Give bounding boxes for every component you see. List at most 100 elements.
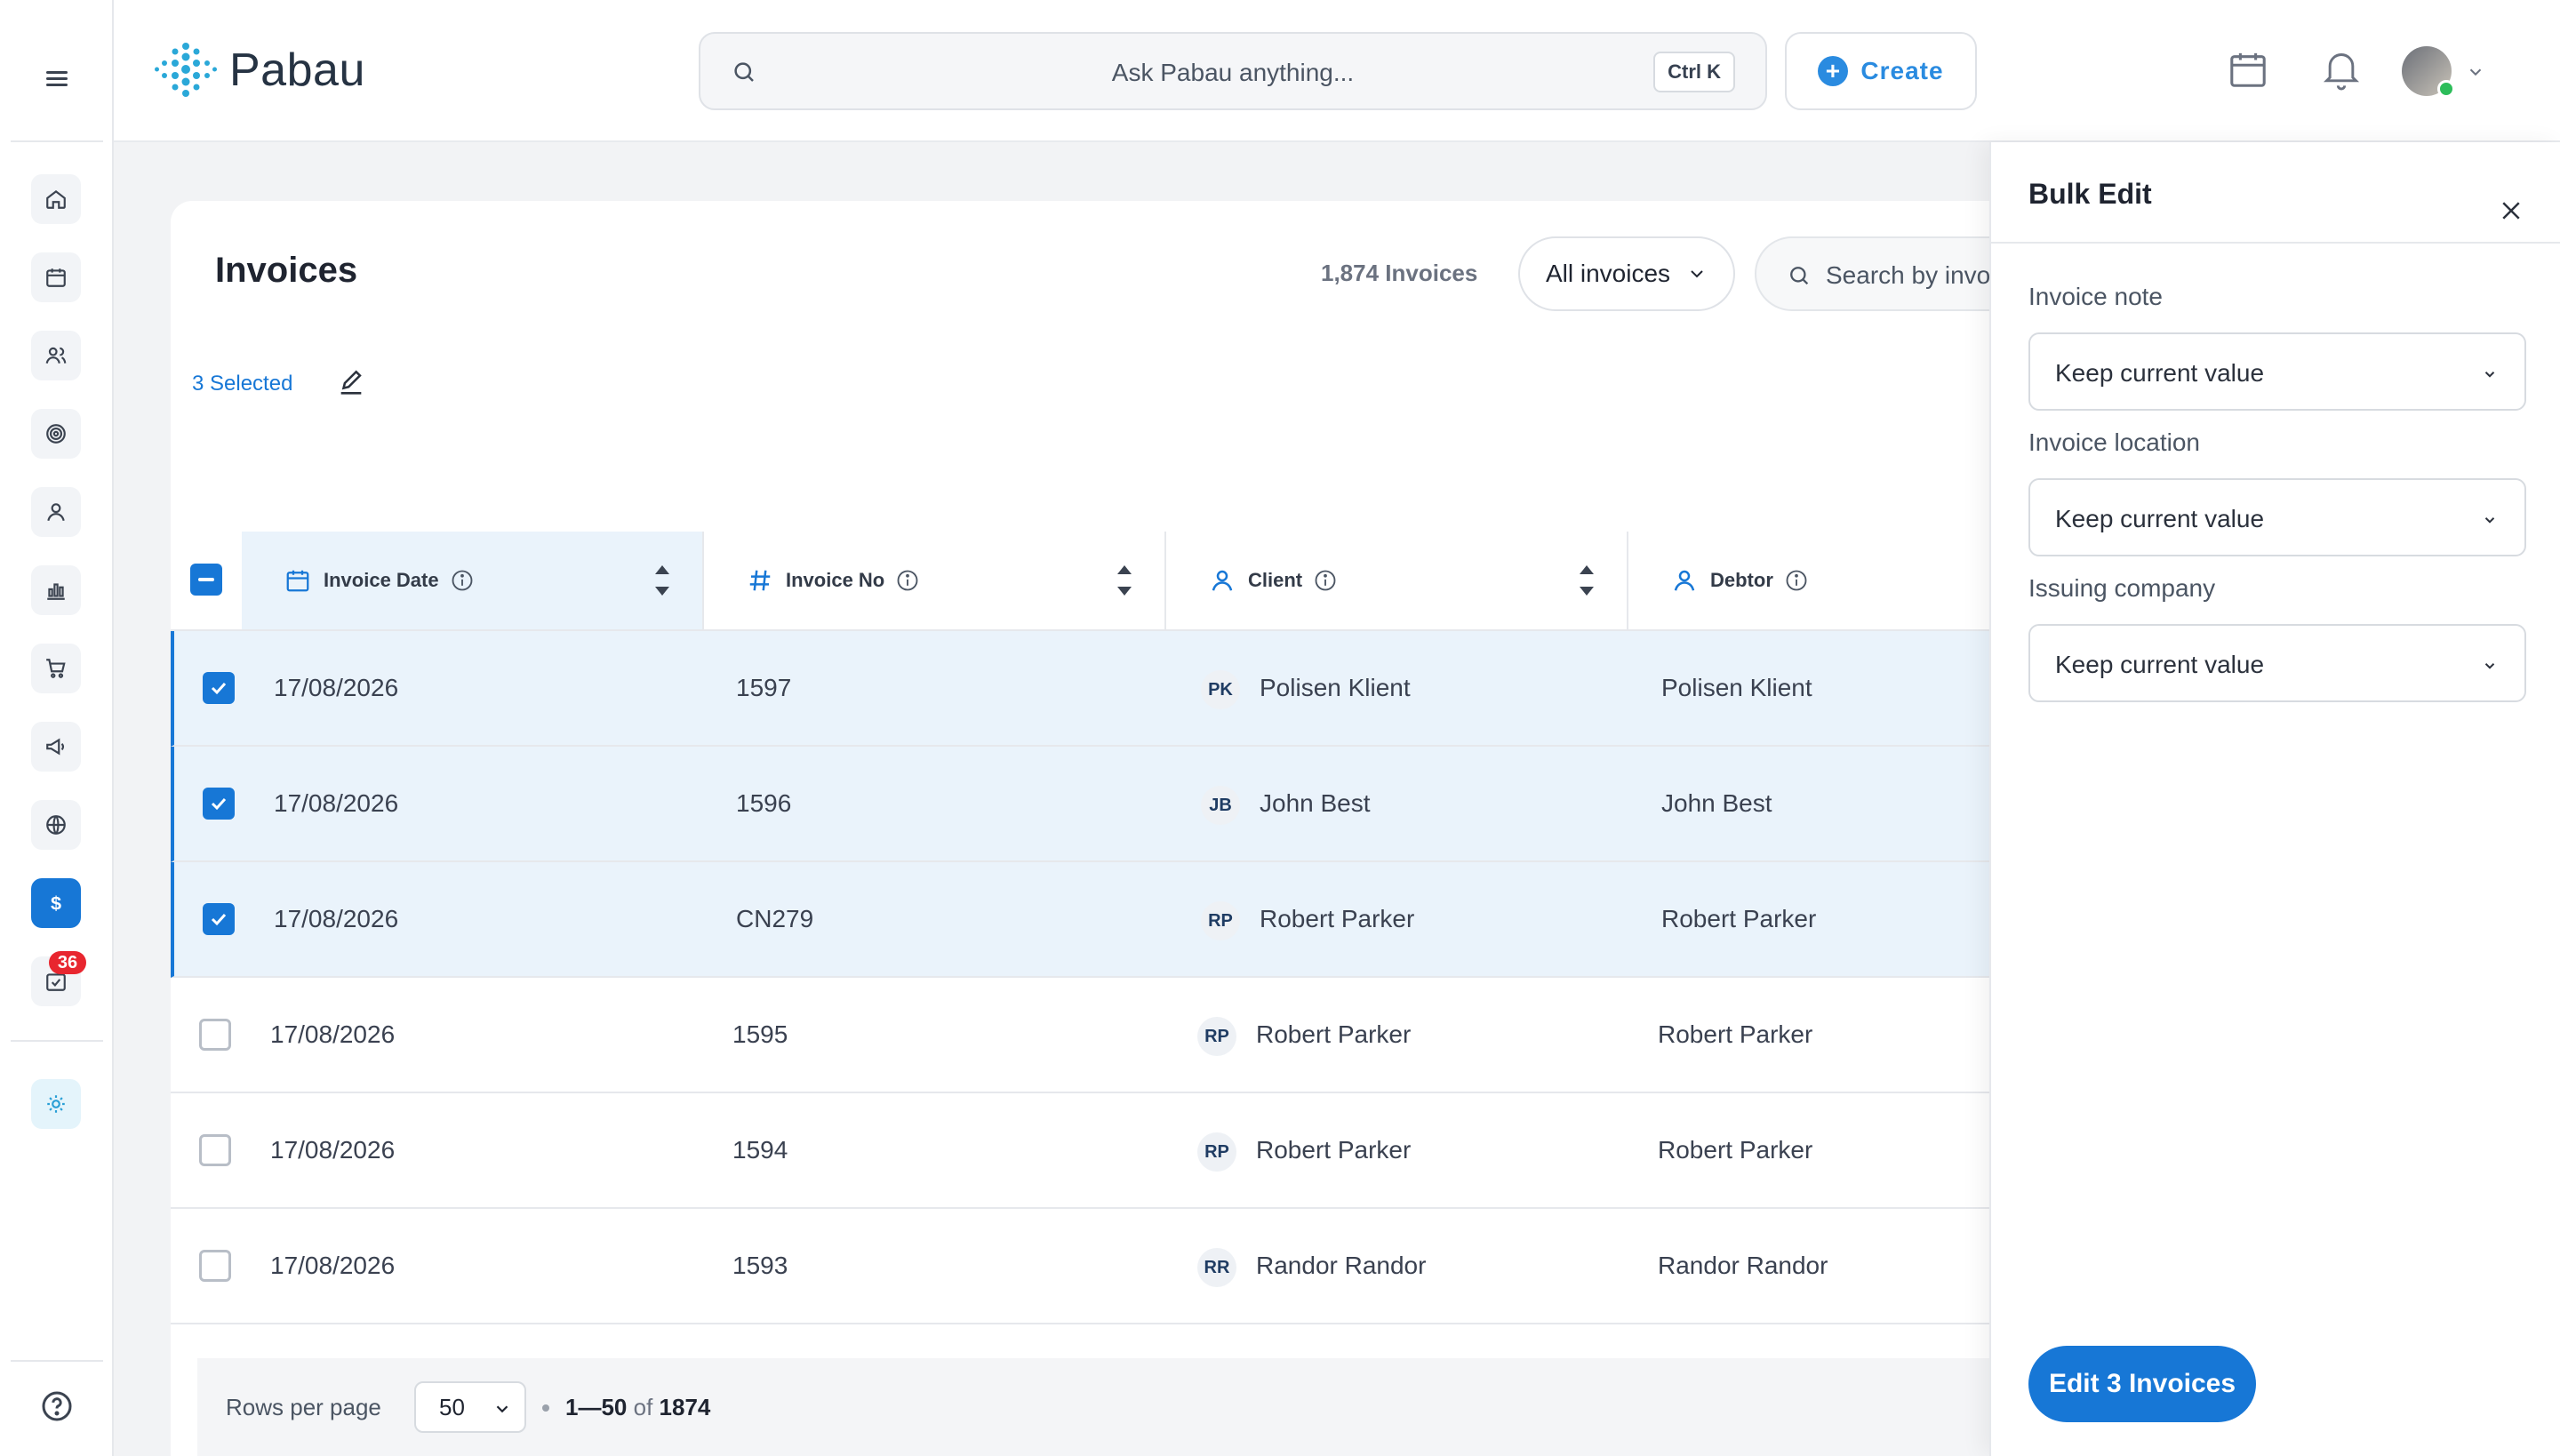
- edit-invoices-button[interactable]: Edit 3 Invoices: [2028, 1346, 2256, 1422]
- sidebar-item-settings[interactable]: [31, 1079, 81, 1129]
- rail-divider: [11, 1360, 103, 1362]
- info-icon[interactable]: [1313, 568, 1338, 593]
- check-icon: [211, 797, 227, 811]
- global-search-input[interactable]: Ask Pabau anything... Ctrl K: [699, 32, 1767, 110]
- invoice-date: 17/08/2026: [274, 905, 399, 932]
- issuing-company-value: Keep current value: [2055, 651, 2265, 678]
- sidebar-item-home[interactable]: [31, 174, 81, 224]
- client-name[interactable]: Polisen Klient: [1260, 674, 1411, 702]
- info-icon[interactable]: [895, 568, 920, 593]
- row-checkbox[interactable]: [199, 1250, 231, 1282]
- debtor-name: Randor Randor: [1658, 1252, 1828, 1279]
- pencil-icon[interactable]: [336, 368, 366, 398]
- calendar-icon: [46, 268, 66, 287]
- column-invoice-date[interactable]: Invoice Date: [242, 532, 704, 629]
- row-checkbox[interactable]: [203, 672, 235, 704]
- invoice-location-select[interactable]: Keep current value: [2028, 478, 2526, 556]
- sidebar-item-clients[interactable]: [31, 331, 81, 380]
- invoice-search-placeholder: Search by invoi: [1826, 261, 1996, 289]
- logo[interactable]: Pabau: [155, 41, 365, 100]
- check-icon: [211, 682, 227, 695]
- chevron-down-icon: [2484, 517, 2495, 524]
- client-name[interactable]: John Best: [1260, 789, 1371, 818]
- debtor-name: John Best: [1661, 789, 1772, 817]
- rows-per-page-select[interactable]: 50: [414, 1381, 526, 1433]
- client-initials: PK: [1201, 670, 1240, 709]
- bulk-edit-panel: Bulk Edit Invoice note Keep current valu…: [1989, 142, 2560, 1456]
- sidebar-item-staff[interactable]: [31, 487, 81, 537]
- sidebar-item-store[interactable]: [31, 644, 81, 693]
- rows-per-page-value: 50: [439, 1393, 465, 1420]
- client-initials: RP: [1197, 1132, 1236, 1172]
- table-row[interactable]: 17/08/2026 1593 RR Randor Randor Randor …: [171, 1209, 2304, 1324]
- sidebar-item-marketing[interactable]: [31, 722, 81, 772]
- invoice-number: 1594: [732, 1136, 788, 1164]
- sort-icon[interactable]: [1577, 564, 1596, 597]
- client-name[interactable]: Randor Randor: [1256, 1252, 1426, 1280]
- row-checkbox[interactable]: [199, 1134, 231, 1166]
- megaphone-icon: [46, 738, 64, 756]
- create-button[interactable]: + Create: [1785, 32, 1977, 110]
- debtor-name: Robert Parker: [1661, 905, 1817, 932]
- user-icon: [1212, 570, 1233, 591]
- client-name[interactable]: Robert Parker: [1256, 1136, 1411, 1164]
- calendar-icon: [286, 570, 309, 592]
- client-name[interactable]: Robert Parker: [1260, 905, 1414, 933]
- issuing-company-select[interactable]: Keep current value: [2028, 624, 2526, 702]
- pagination-total: 1874: [659, 1394, 711, 1420]
- sidebar-item-leads[interactable]: [31, 409, 81, 459]
- invoice-note-select[interactable]: Keep current value: [2028, 332, 2526, 411]
- client-initials: JB: [1201, 786, 1240, 825]
- rail-divider: [11, 140, 103, 142]
- invoice-count: 1,874 Invoices: [1321, 260, 1478, 286]
- sort-icon[interactable]: [1115, 564, 1134, 597]
- page-title: Invoices: [215, 251, 358, 290]
- svg-text:$: $: [51, 892, 61, 915]
- info-icon[interactable]: [450, 568, 475, 593]
- help-icon[interactable]: [39, 1388, 75, 1424]
- select-all-checkbox[interactable]: [190, 564, 222, 596]
- calendar-icon[interactable]: [2228, 50, 2268, 91]
- chevron-down-icon: [496, 1405, 508, 1413]
- sidebar-item-reports[interactable]: [31, 565, 81, 615]
- invoice-note-label: Invoice note: [2028, 283, 2163, 310]
- menu-icon[interactable]: [43, 68, 71, 89]
- user-avatar[interactable]: [2402, 46, 2455, 98]
- rows-per-page-label: Rows per page: [226, 1394, 381, 1420]
- sidebar-item-online[interactable]: [31, 800, 81, 850]
- sort-icon[interactable]: [652, 564, 672, 597]
- panel-title: Bulk Edit: [2028, 178, 2152, 210]
- sidebar-item-finance[interactable]: $: [31, 878, 81, 928]
- column-invoice-no[interactable]: Invoice No: [704, 532, 1166, 629]
- table-row[interactable]: 17/08/2026 1597 PK Polisen Klient Polise…: [171, 631, 2304, 747]
- invoice-date: 17/08/2026: [270, 1252, 396, 1279]
- chevron-down-icon[interactable]: [2466, 62, 2485, 82]
- row-checkbox[interactable]: [203, 788, 235, 820]
- table-row[interactable]: 17/08/2026 1594 RP Robert Parker Robert …: [171, 1093, 2304, 1209]
- online-status-dot: [2437, 80, 2455, 98]
- invoice-location-label: Invoice location: [2028, 428, 2201, 456]
- invoice-number: 1597: [736, 674, 792, 701]
- bell-icon[interactable]: [2322, 48, 2361, 91]
- reports-icon: [47, 583, 65, 600]
- invoice-filter-label: All invoices: [1545, 260, 1671, 287]
- invoice-number: 1593: [732, 1252, 788, 1279]
- close-icon[interactable]: [2498, 197, 2524, 224]
- client-name[interactable]: Robert Parker: [1256, 1020, 1411, 1049]
- debtor-name: Polisen Klient: [1661, 674, 1812, 701]
- table-row[interactable]: 17/08/2026 1595 RP Robert Parker Robert …: [171, 978, 2304, 1093]
- sidebar-item-calendar[interactable]: [31, 252, 81, 302]
- row-checkbox[interactable]: [199, 1019, 231, 1051]
- column-client[interactable]: Client: [1166, 532, 1628, 629]
- invoice-filter-dropdown[interactable]: All invoices: [1518, 236, 1735, 311]
- clients-icon: [45, 347, 67, 364]
- chevron-down-icon: [2484, 663, 2495, 669]
- invoice-number: CN279: [736, 905, 814, 932]
- table-row[interactable]: 17/08/2026 CN279 RP Robert Parker Robert…: [171, 862, 2304, 978]
- row-checkbox[interactable]: [203, 903, 235, 935]
- user-icon: [47, 503, 65, 522]
- column-label: Debtor: [1710, 569, 1773, 591]
- table-row[interactable]: 17/08/2026 1596 JB John Best John Best: [171, 747, 2304, 862]
- info-icon[interactable]: [1784, 568, 1809, 593]
- column-label: Client: [1248, 569, 1303, 591]
